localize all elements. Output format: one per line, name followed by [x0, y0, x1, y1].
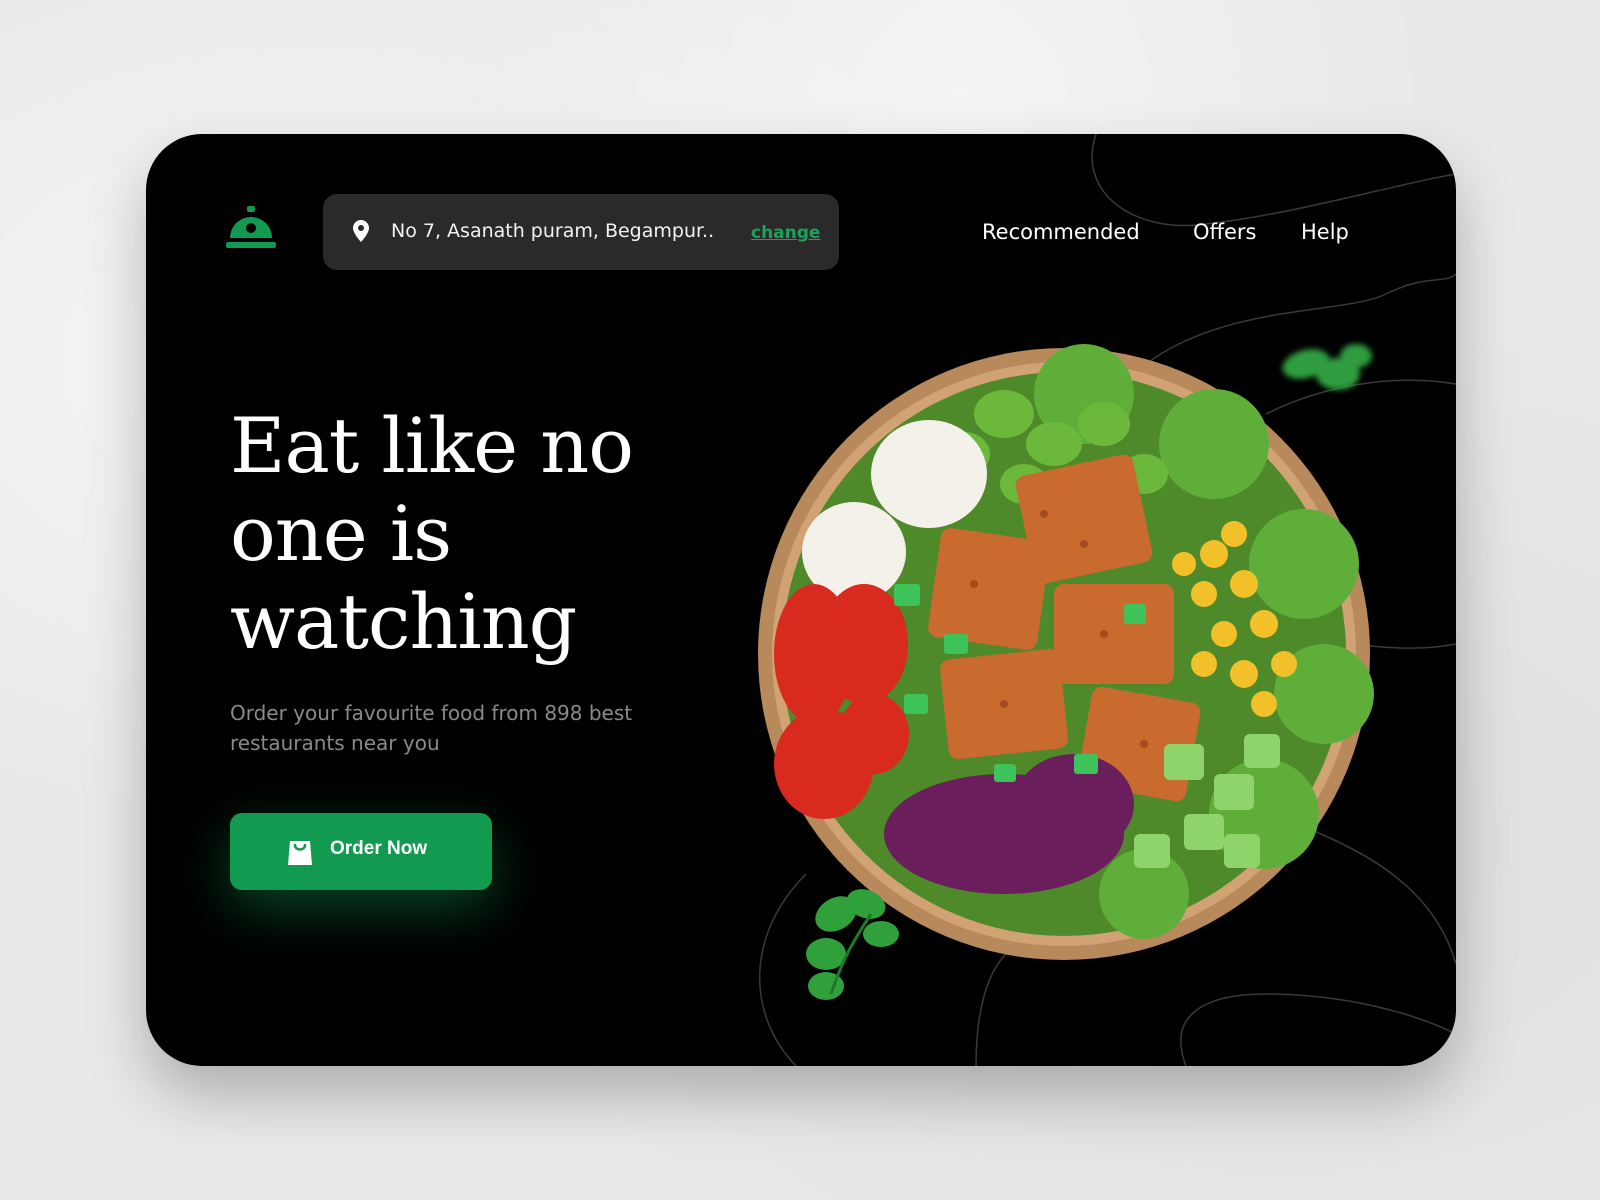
change-location-link[interactable]: change [751, 223, 820, 243]
nav-help[interactable]: Help [1301, 220, 1349, 244]
location-bar[interactable]: No 7, Asanath puram, Begampur.. change [323, 194, 839, 270]
hero-subtitle: Order your favourite food from 898 best … [230, 701, 633, 755]
order-now-label: Order Now [330, 838, 428, 859]
nav-recommended[interactable]: Recommended [982, 220, 1140, 244]
parsley-garnish-image [806, 889, 899, 1000]
address-text: No 7, Asanath puram, Begampur.. [391, 220, 715, 242]
landing-card: No 7, Asanath puram, Begampur.. change R… [146, 134, 1456, 1066]
cloche-icon[interactable] [226, 206, 276, 250]
order-now-button[interactable]: Order Now [230, 813, 492, 890]
nav-offers[interactable]: Offers [1193, 220, 1257, 244]
hero-title: Eat like no one is watching [230, 401, 634, 666]
location-pin-icon [353, 220, 369, 242]
shopping-bag-icon [288, 841, 312, 865]
blurred-leaf-image [1282, 344, 1372, 390]
